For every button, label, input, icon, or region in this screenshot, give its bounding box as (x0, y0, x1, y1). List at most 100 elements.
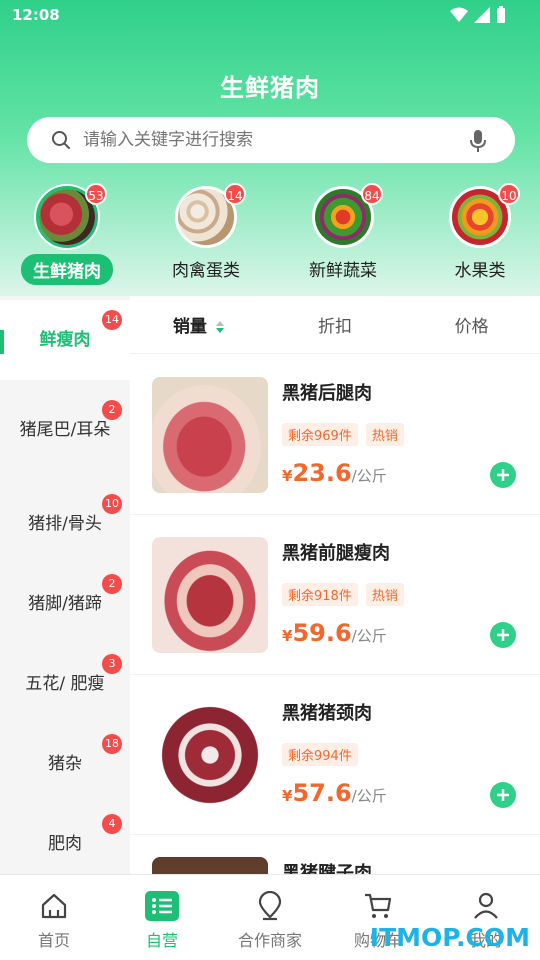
product-card[interactable]: 黑猪猪颈肉 剩余994件 ¥57.6/公斤 (130, 675, 540, 835)
sidebar-item-label: 猪排/骨头 (28, 514, 102, 534)
product-image (152, 857, 268, 874)
product-card[interactable]: 黑猪后腿肉 剩余969件 热销 ¥23.6/公斤 (130, 355, 540, 515)
sidebar-badge: 2 (102, 400, 122, 420)
sidebar-badge: 2 (102, 574, 122, 594)
category-image: 14 (175, 183, 246, 248)
sidebar-item-trotters[interactable]: 猪脚/猪蹄 2 (0, 564, 130, 644)
stock-tag: 剩余918件 (282, 583, 358, 606)
product-name: 黑猪腱子肉 (282, 863, 372, 874)
sort-by-sales[interactable]: 销量 (130, 312, 267, 337)
nav-home[interactable]: 首页 (0, 875, 108, 960)
product-card[interactable]: 黑猪腱子肉 (130, 835, 540, 874)
nav-self-run[interactable]: 自营 (108, 875, 216, 960)
add-to-cart-button[interactable] (490, 782, 516, 808)
add-to-cart-button[interactable] (490, 462, 516, 488)
category-row: 53 生鲜猪肉 14 肉禽蛋类 84 新鲜蔬菜 10 水果类 (0, 180, 540, 290)
location-pin-icon (258, 891, 282, 921)
nav-self-run-label: 自营 (145, 931, 178, 950)
battery-icon (497, 6, 505, 23)
sidebar-item-label: 鲜瘦肉 (39, 330, 91, 350)
product-image (152, 697, 268, 813)
category-badge: 14 (224, 183, 246, 205)
list-icon (145, 891, 179, 921)
product-tags: 剩余969件 热销 (282, 423, 404, 446)
signal-icon (474, 7, 490, 23)
microphone-icon[interactable] (469, 129, 487, 153)
sort-by-price[interactable]: 价格 (403, 312, 540, 337)
currency-symbol: ¥ (282, 787, 293, 805)
nav-partners[interactable]: 合作商家 (216, 875, 324, 960)
sidebar-badge: 10 (102, 494, 122, 514)
sort-by-discount[interactable]: 折扣 (267, 312, 404, 337)
sidebar-item-tail-ears[interactable]: 猪尾巴/耳朵 2 (0, 390, 130, 470)
wifi-icon (450, 7, 468, 22)
sidebar-item-label: 猪杂 (48, 754, 82, 774)
sidebar-item-lean-meat[interactable]: 鲜瘦肉 14 (0, 300, 130, 380)
sidebar-item-ribs-bones[interactable]: 猪排/骨头 10 (0, 484, 130, 564)
user-icon (474, 892, 498, 919)
price-unit: /公斤 (351, 467, 387, 485)
sidebar-badge: 18 (102, 734, 122, 754)
plus-icon (497, 469, 509, 481)
category-label: 水果类 (454, 261, 506, 281)
sort-discount-label: 折扣 (318, 317, 352, 337)
product-tags: 剩余994件 (282, 743, 358, 766)
search-bar[interactable] (27, 117, 515, 163)
nav-partners-label: 合作商家 (237, 931, 302, 950)
sidebar-item-offal[interactable]: 猪杂 18 (0, 724, 130, 804)
sort-arrows-icon (215, 321, 224, 333)
status-time: 12:08 (12, 6, 60, 24)
category-fruits[interactable]: 10 水果类 (425, 180, 535, 281)
search-input[interactable] (83, 130, 443, 150)
category-image: 10 (449, 183, 520, 248)
product-price: ¥23.6/公斤 (282, 459, 387, 487)
product-name: 黑猪猪颈肉 (282, 703, 372, 724)
category-fresh-pork[interactable]: 53 生鲜猪肉 (12, 180, 122, 285)
sidebar-item-pork-belly[interactable]: 五花/ 肥瘦 3 (0, 644, 130, 724)
page-title: 生鲜猪肉 (220, 74, 320, 102)
status-bar: 12:08 (0, 0, 540, 32)
category-label: 肉禽蛋类 (172, 261, 240, 281)
category-meat-eggs[interactable]: 14 肉禽蛋类 (151, 180, 261, 281)
price-unit: /公斤 (351, 787, 387, 805)
product-list: 黑猪后腿肉 剩余969件 热销 ¥23.6/公斤 黑猪前腿瘦肉 剩余918件 热… (130, 355, 540, 874)
category-badge: 84 (361, 183, 383, 205)
home-icon (41, 893, 67, 919)
plus-icon (497, 789, 509, 801)
watermark: ITMOP.COM (369, 923, 530, 952)
currency-symbol: ¥ (282, 627, 293, 645)
nav-home-label: 首页 (37, 931, 70, 950)
sidebar-badge: 4 (102, 814, 122, 834)
category-badge: 53 (85, 183, 107, 205)
sidebar-badge: 14 (102, 310, 122, 330)
product-price: ¥57.6/公斤 (282, 779, 387, 807)
price-amount: 23.6 (292, 459, 352, 487)
product-card[interactable]: 黑猪前腿瘦肉 剩余918件 热销 ¥59.6/公斤 (130, 515, 540, 675)
category-fresh-vegetables[interactable]: 84 新鲜蔬菜 (288, 180, 398, 281)
stock-tag: 剩余994件 (282, 743, 358, 766)
price-unit: /公斤 (351, 627, 387, 645)
sort-bar: 销量 折扣 价格 (130, 296, 540, 354)
currency-symbol: ¥ (282, 467, 293, 485)
plus-icon (497, 629, 509, 641)
sort-sales-label: 销量 (172, 317, 207, 337)
price-amount: 59.6 (292, 619, 352, 647)
add-to-cart-button[interactable] (490, 622, 516, 648)
sidebar-badge: 3 (102, 654, 122, 674)
category-label: 新鲜蔬菜 (309, 261, 377, 281)
product-name: 黑猪前腿瘦肉 (282, 543, 390, 564)
sidebar-item-label: 五花/ 肥瘦 (25, 674, 105, 694)
sidebar-item-label: 猪脚/猪蹄 (28, 594, 102, 614)
sidebar-item-fat-meat[interactable]: 肥肉 4 (0, 804, 130, 874)
cart-icon (365, 893, 392, 918)
hot-tag: 热销 (365, 423, 404, 446)
product-tags: 剩余918件 热销 (282, 583, 404, 606)
category-image: 84 (312, 183, 383, 248)
stock-tag: 剩余969件 (282, 423, 358, 446)
hot-tag: 热销 (365, 583, 404, 606)
category-label: 生鲜猪肉 (21, 254, 113, 285)
category-image: 53 (36, 183, 107, 248)
price-amount: 57.6 (292, 779, 352, 807)
status-icons (450, 6, 506, 24)
product-name: 黑猪后腿肉 (282, 383, 372, 404)
